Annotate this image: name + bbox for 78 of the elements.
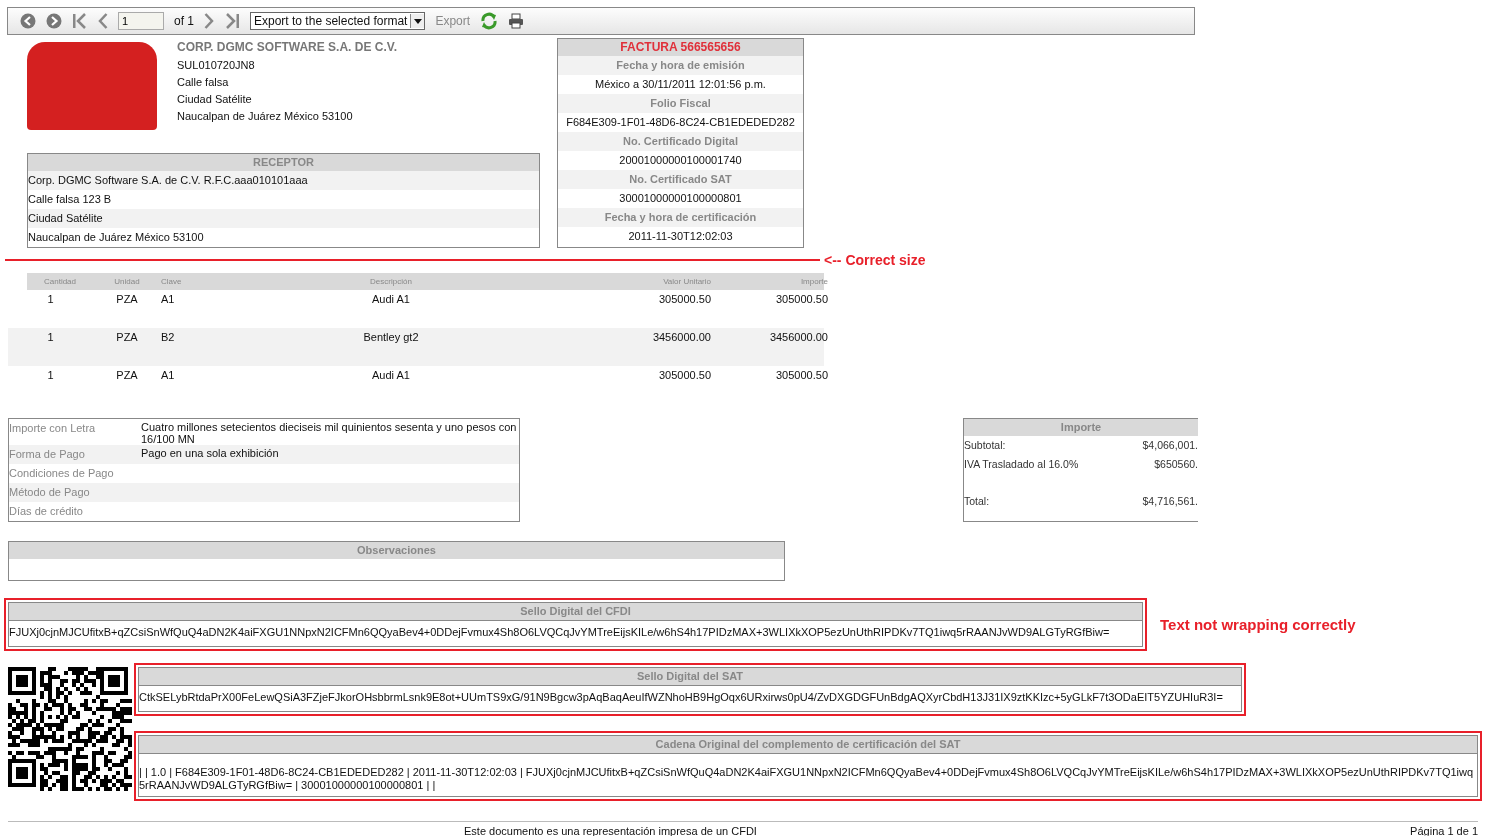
print-icon[interactable] xyxy=(508,13,525,29)
field-label: Importe con Letra xyxy=(9,421,97,436)
column-header: Cantidad xyxy=(43,276,77,288)
next-page-icon[interactable] xyxy=(204,13,214,29)
table-cell-text: Audi A1 xyxy=(371,368,411,383)
address-line: SUL010720JN8 xyxy=(177,59,256,71)
seal-text: FJUXj0cjnMJCUfitxB+qZCsiSnWfQuQ4aDN2K4aiFXGU1NNpxN2ICFMn6QQyaBev4+0DDejFvmux4Sh8O6LVQCqJvYMTreEijsKILe/w6hS4h17PIDzMAX+3WLIXkXOP5ezUnUthRIPDKv7TQ1iwq5rRAANJvWD9ALGTyRGfBiw= xyxy=(9,625,1111,640)
table-cell-text: A1 xyxy=(161,368,176,383)
address-line: Calle falsa xyxy=(177,76,230,88)
total-label: Total: xyxy=(964,494,990,509)
previous-page-icon[interactable] xyxy=(98,13,108,29)
table-cell-text: 1 xyxy=(46,292,55,307)
seal-text: | | 1.0 | F684E309-1F01-48D6-8C24-CB1EDEDED282 | 2011-11-30T12:02:03 | FJUXj0cjnMJCUfitxB+qZCsiSnWfQuQ4aDN2K4aiFXGU1NNpxN2ICFMn6QQyaBev4+0DDejFvmux4Sh8O6LVQCqJvYMTreEijsKILe/w6hS4h17PIDzMAX+3WLIXkXOP5ezUnUthRIPDKv7TQ1iwq5rRAANJvWD9ALGTyRGfBiw= | 30001000000100000801 | | xyxy=(139,765,1475,793)
section-header: Importe xyxy=(964,419,1198,436)
column-header: Importe xyxy=(799,276,828,288)
field-label: Forma de Pago xyxy=(9,447,86,462)
export-format-dropdown[interactable]: Export to the selected format xyxy=(250,12,426,30)
forward-icon[interactable] xyxy=(46,13,62,29)
column-header: Unidad xyxy=(113,276,141,288)
column-header: Valor Unitario xyxy=(662,276,711,288)
field-label: Fecha y hora de certificación xyxy=(558,208,803,227)
field-label: Días de crédito xyxy=(9,504,84,519)
field-value: México a 30/11/2011 12:01:56 p.m. xyxy=(594,77,767,92)
section-header: Observaciones xyxy=(9,542,784,559)
amount-label: Subtotal: xyxy=(964,438,1006,453)
seal-text: CtkSELybRtdaPrX00FeLewQSiA3FZjeFJkorOHsbbrmLsnk9E8ot+UUmTS9xG/91N9Bgcw3pAqBaqAeuIfWZNhoHB9HgOqx6URxirws0pU4/ZvDXGDGFUnBdgAQXyrCbdH13J31IX9ztKKIzc+5yGLkF7t3ODaEIT5YZUHIuR3I= xyxy=(139,690,1224,705)
receptor-line: Calle falsa 123 B xyxy=(28,192,113,207)
table-cell-text: 3456000.00 xyxy=(651,330,711,345)
table-cell-text: 1 xyxy=(46,368,55,383)
table-cell-text: Bentley gt2 xyxy=(362,330,420,345)
field-label: Método de Pago xyxy=(9,485,91,500)
table-cell-text: PZA xyxy=(115,330,139,345)
last-page-icon[interactable] xyxy=(224,13,240,29)
field-value: Pago en una sola exhibición xyxy=(141,446,280,461)
amount-label: IVA Trasladado al 16.0% xyxy=(964,457,1079,472)
amount-value: $4,066,001. xyxy=(1142,438,1198,453)
field-value: Cuatro millones setecientos dieciseis mil quinientos sesenta y uno pesos con 16/100 MN xyxy=(141,420,518,445)
table-cell-text: 305000.50 xyxy=(658,368,711,383)
amount-value: $650560. xyxy=(1154,457,1198,472)
section-header: RECEPTOR xyxy=(28,154,539,171)
section-header: Sello Digital del SAT xyxy=(138,667,1242,686)
field-value: 2011-11-30T12:02:03 xyxy=(627,229,734,244)
field-label: Folio Fiscal xyxy=(558,94,803,113)
back-icon[interactable] xyxy=(20,13,36,29)
table-cell-text: Audi A1 xyxy=(371,292,411,307)
field-value: 20001000000100001740 xyxy=(618,153,743,168)
address-line: Ciudad Satélite xyxy=(177,93,253,105)
table-cell-text: PZA xyxy=(115,368,139,383)
field-label: No. Certificado SAT xyxy=(558,170,803,189)
table-cell-text: 1 xyxy=(46,330,55,345)
total-value: $4,716,561. xyxy=(1142,494,1198,509)
column-header: Descripción xyxy=(369,276,413,288)
annotation-text: Text not wrapping correctly xyxy=(1160,616,1356,633)
address-line: Naucalpan de Juárez México 53100 xyxy=(177,110,354,122)
refresh-icon[interactable] xyxy=(480,12,499,30)
table-cell-text: PZA xyxy=(115,292,139,307)
page-number-field[interactable]: 1 xyxy=(118,12,164,30)
section-header: Cadena Original del complemento de certificación del SAT xyxy=(138,735,1478,754)
table-cell-text: 305000.50 xyxy=(775,368,828,383)
page-count: of 1 xyxy=(174,14,194,28)
company-name: CORP. DGMC SOFTWARE S.A. DE C.V. xyxy=(177,40,398,54)
field-label: Condiciones de Pago xyxy=(9,466,115,481)
first-page-icon[interactable] xyxy=(72,13,88,29)
section-header: Sello Digital del CFDI xyxy=(8,602,1143,621)
table-cell-text: 3456000.00 xyxy=(768,330,828,345)
table-cell-text: 305000.50 xyxy=(658,292,711,307)
field-value: 30001000000100000801 xyxy=(618,191,743,206)
table-cell-text: B2 xyxy=(161,330,176,345)
annotation-text: <-- Correct size xyxy=(824,252,926,268)
column-header: Clave xyxy=(161,276,183,288)
caret-icon xyxy=(413,18,422,24)
table-cell-text: A1 xyxy=(161,292,176,307)
table-cell-text: 305000.50 xyxy=(775,292,828,307)
field-label: No. Certificado Digital xyxy=(558,132,803,151)
field-value: F684E309-1F01-48D6-8C24-CB1EDEDED282 xyxy=(565,115,796,130)
invoice-title: FACTURA 566565656 xyxy=(558,39,803,56)
receptor-line: Naucalpan de Juárez México 53100 xyxy=(28,230,205,245)
field-label: Fecha y hora de emisión xyxy=(558,56,803,75)
